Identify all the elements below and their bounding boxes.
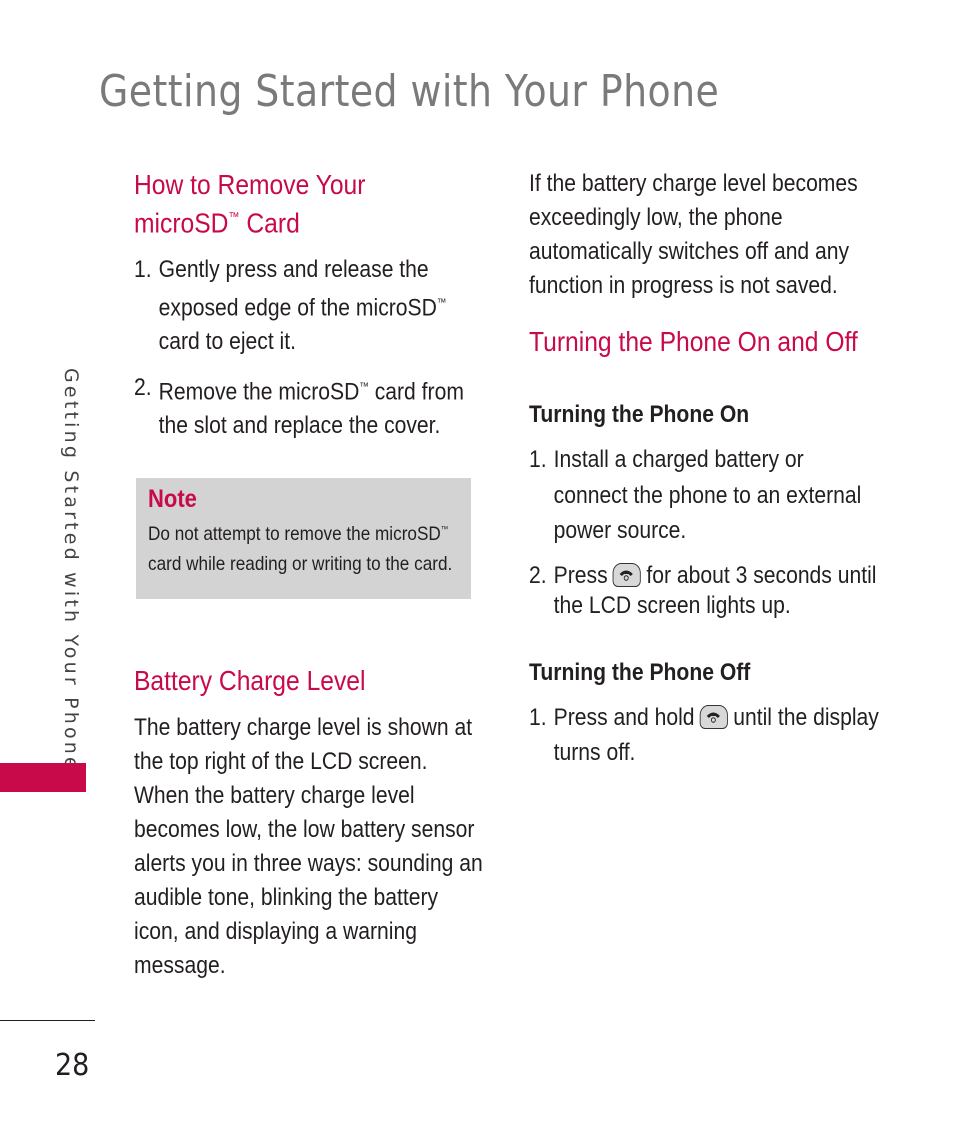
step-number: 2. bbox=[529, 561, 547, 589]
note-text-part: Do not attempt to remove the microSD bbox=[148, 522, 441, 545]
list-item: 1. Press and hold until the display turns… bbox=[529, 700, 879, 770]
page-title: Getting Started with Your Phone bbox=[99, 66, 720, 117]
trademark-symbol: ™ bbox=[440, 524, 449, 534]
note-text: Do not attempt to remove the microSD™ ca… bbox=[148, 514, 461, 579]
step-number: 2. bbox=[134, 373, 152, 401]
left-column: How to Remove Your microSD™ Card 1. Gent… bbox=[134, 168, 484, 442]
trademark-symbol: ™ bbox=[228, 210, 240, 224]
battery-section: Battery Charge Level The battery charge … bbox=[134, 664, 484, 983]
section-tab-marker bbox=[0, 763, 86, 792]
step-number: 1. bbox=[134, 256, 152, 284]
step-text: Remove the microSD bbox=[158, 378, 360, 406]
step-text: Press bbox=[553, 561, 608, 589]
remove-card-steps: 1. Gently press and release the exposed … bbox=[134, 253, 484, 442]
heading-line: How to Remove Your bbox=[134, 169, 366, 200]
step-text: Press and hold bbox=[553, 703, 695, 731]
turning-off-steps: 1. Press and hold until the display turns… bbox=[529, 700, 879, 770]
note-box: Note Do not attempt to remove the microS… bbox=[136, 478, 471, 599]
side-tab-label: Getting Started with Your Phone bbox=[60, 368, 82, 772]
right-column: If the battery charge level becomes exce… bbox=[529, 167, 879, 770]
remove-card-heading: How to Remove Your microSD™ Card bbox=[134, 168, 484, 239]
battery-continued-text: If the battery charge level becomes exce… bbox=[529, 170, 858, 299]
note-label: Note bbox=[148, 485, 197, 513]
step-number: 1. bbox=[529, 703, 547, 731]
note-text-part: card while reading or writing to the car… bbox=[148, 552, 453, 575]
end-power-key-icon bbox=[612, 562, 642, 587]
step-text: card to eject it. bbox=[158, 328, 296, 356]
trademark-symbol: ™ bbox=[359, 380, 369, 393]
list-item: 1. Install a charged battery or connect … bbox=[529, 442, 879, 549]
turning-off-heading: Turning the Phone Off bbox=[529, 658, 751, 686]
page-number: 28 bbox=[55, 1048, 90, 1083]
trademark-symbol: ™ bbox=[436, 296, 447, 309]
battery-body: The battery charge level is shown at the… bbox=[134, 714, 483, 979]
turning-on-steps: 1. Install a charged battery or connect … bbox=[529, 442, 879, 622]
end-power-key-icon bbox=[699, 704, 728, 729]
heading-line: Card bbox=[239, 207, 300, 239]
list-item: 2. Press for about 3 seconds until the LC… bbox=[529, 561, 879, 622]
list-item: 1. Gently press and release the exposed … bbox=[134, 253, 484, 358]
step-number: 1. bbox=[529, 446, 547, 473]
battery-heading: Battery Charge Level bbox=[134, 665, 366, 696]
footer-divider bbox=[0, 1020, 95, 1021]
turning-on-heading: Turning the Phone On bbox=[529, 401, 750, 428]
list-item: 2. Remove the microSD™ card from the slo… bbox=[134, 371, 484, 443]
heading-line: microSD bbox=[134, 207, 229, 239]
step-text: Install a charged battery or connect the… bbox=[553, 446, 862, 544]
power-heading: Turning the Phone On and Off bbox=[529, 326, 858, 357]
step-text: Gently press and release the exposed edg… bbox=[158, 256, 437, 322]
